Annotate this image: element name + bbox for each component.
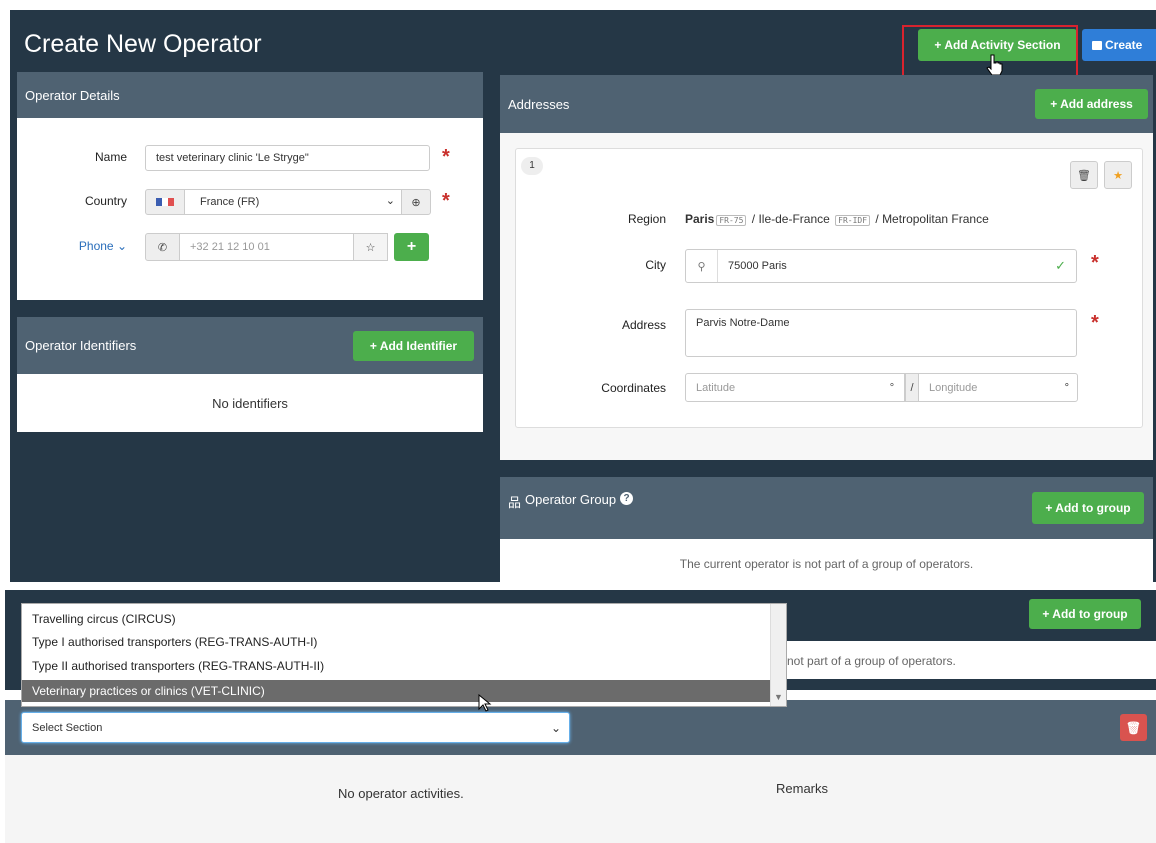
no-identifiers-text: No identifiers	[212, 396, 288, 411]
latitude-degree: °	[889, 381, 895, 394]
operator-identifiers-title: Operator Identifiers	[25, 338, 137, 353]
add-address-button[interactable]: + Add address	[1035, 89, 1148, 119]
save-icon	[1092, 40, 1102, 50]
create-label: Create	[1105, 38, 1143, 52]
operator-group-empty-text: The current operator is not part of a gr…	[679, 557, 974, 571]
remarks-label: Remarks	[776, 781, 829, 796]
flag-fr-icon	[145, 189, 185, 215]
chevron-down-icon: ⌄	[385, 195, 395, 207]
option-reg-trans-auth-i[interactable]: Type I authorised transporters (REG-TRAN…	[22, 631, 770, 653]
name-required-icon: *	[442, 146, 450, 168]
add-identifier-button[interactable]: + Add Identifier	[353, 331, 474, 361]
region-label: Region	[627, 212, 666, 226]
operator-identifiers-panel: Operator Identifiers + Add Identifier No…	[17, 317, 483, 432]
addresses-panel: Addresses + Add address 1 🗑 ★ Region Par…	[500, 75, 1153, 460]
phone-input[interactable]: +32 21 12 10 01	[179, 233, 354, 261]
dropdown-scrollbar[interactable]: ▼	[770, 604, 786, 706]
option-circus[interactable]: Travelling circus (CIRCUS)	[22, 608, 770, 630]
activity-section-area: + Add to group is not part of a group of…	[5, 590, 1156, 843]
create-operator-form: Create New Operator + Add Activity Secti…	[10, 10, 1156, 582]
network-icon: 品	[508, 495, 522, 510]
select-section-dropdown[interactable]: Select Section ⌄	[21, 712, 570, 743]
phone-placeholder: +32 21 12 10 01	[190, 241, 270, 253]
country-select[interactable]: France (FR) ⌄	[184, 189, 402, 215]
name-value: test veterinary clinic 'Le Stryge"	[156, 152, 309, 164]
chevron-down-icon: ⌄	[550, 720, 561, 735]
option-reg-trans-auth-ii[interactable]: Type II authorised transporters (REG-TRA…	[22, 655, 770, 677]
option-vet-clinic[interactable]: Veterinary practices or clinics (VET-CLI…	[22, 680, 770, 702]
city-value: 75000 Paris	[728, 260, 787, 272]
section-options-list[interactable]: Travelling circus (CIRCUS) Type I author…	[21, 603, 787, 707]
cursor-hand-icon	[985, 54, 1005, 76]
chevron-down-icon: ▼	[774, 692, 783, 702]
page-title: Create New Operator	[24, 30, 262, 58]
add-to-group-button-bottom[interactable]: + Add to group	[1029, 599, 1141, 629]
address-index-badge: 1	[521, 157, 543, 175]
longitude-degree: °	[1064, 381, 1069, 394]
address-label: Address	[621, 318, 666, 332]
operator-details-panel: Operator Details Name test veterinary cl…	[17, 72, 483, 300]
coordinates-separator: /	[905, 373, 919, 402]
group-empty-text-partial: is not part of a group of operators.	[775, 654, 956, 668]
operator-details-header: Operator Details	[17, 72, 483, 118]
operator-group-title: Operator Group	[525, 492, 617, 507]
city-required-icon: *	[1091, 252, 1099, 274]
question-icon[interactable]: ?	[620, 492, 634, 505]
city-input[interactable]: ⚲ 75000 Paris ✓	[685, 249, 1077, 283]
address-textarea[interactable]: Parvis Notre-Dame	[685, 309, 1077, 357]
select-section-value: Select Section	[32, 721, 103, 734]
activities-area	[5, 755, 1156, 843]
name-input[interactable]: test veterinary clinic 'Le Stryge"	[145, 145, 430, 171]
cursor-arrow-icon	[478, 693, 492, 712]
star-icon[interactable]: ★	[1104, 161, 1132, 189]
longitude-input[interactable]: Longitude °	[918, 373, 1078, 402]
operator-group-panel: 品 Operator Group ? + Add to group The cu…	[500, 477, 1153, 582]
plus-icon: +	[406, 238, 417, 255]
name-label: Name	[94, 150, 127, 164]
city-label: City	[645, 258, 666, 272]
trash-icon: 🗑	[1125, 720, 1142, 735]
check-icon: ✓	[1055, 258, 1066, 273]
globe-icon[interactable]: ⊕	[401, 189, 431, 215]
operator-details-title: Operator Details	[25, 87, 120, 103]
delete-section-button[interactable]: 🗑	[1120, 714, 1147, 741]
address-required-icon: *	[1091, 312, 1099, 334]
phone-label[interactable]: Phone ⌄	[57, 239, 127, 253]
country-required-icon: *	[442, 190, 450, 212]
addresses-title: Addresses	[508, 96, 570, 112]
trash-icon[interactable]: 🗑	[1070, 161, 1098, 189]
no-activities-text: No operator activities.	[338, 786, 464, 801]
star-icon[interactable]: ☆	[353, 233, 388, 261]
region-value: Paris FR-75 / Ile-de-France FR-IDF / Metr…	[685, 212, 989, 226]
country-label: Country	[84, 194, 127, 208]
coordinates-label: Coordinates	[601, 381, 666, 395]
add-to-group-button[interactable]: + Add to group	[1032, 492, 1144, 524]
address-value: Parvis Notre-Dame	[696, 317, 790, 329]
create-button[interactable]: Create	[1082, 29, 1156, 61]
phone-icon: ✆	[145, 233, 180, 261]
address-card: 1 🗑 ★ Region Paris FR-75 / Ile-de-France …	[515, 148, 1143, 428]
latitude-input[interactable]: Latitude	[685, 373, 905, 402]
chevron-down-icon: ⌄	[116, 239, 127, 253]
search-icon: ⚲	[686, 250, 718, 282]
country-value: France (FR)	[200, 196, 260, 208]
add-phone-button[interactable]: +	[394, 233, 429, 261]
